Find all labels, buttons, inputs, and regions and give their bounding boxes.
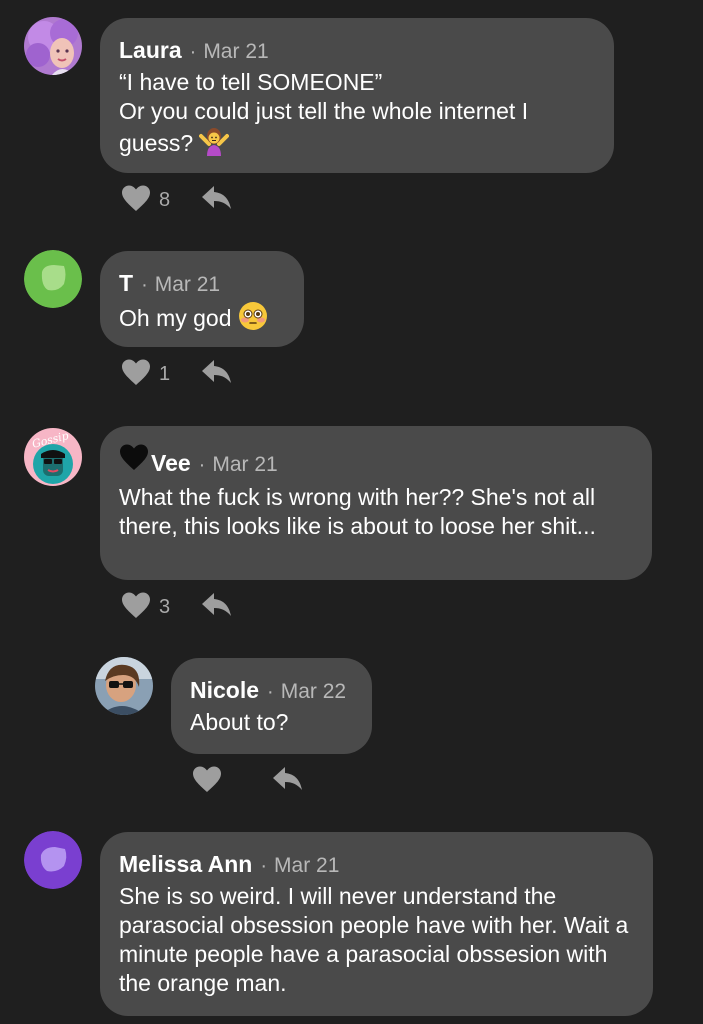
author-name[interactable]: Laura <box>119 35 182 65</box>
woman-shrugging-emoji <box>199 126 230 163</box>
comment-actions: 3 <box>121 590 233 624</box>
comment-date: Mar 21 <box>154 273 221 296</box>
avatar[interactable] <box>24 250 82 308</box>
avatar[interactable] <box>95 657 153 715</box>
comment-text-content: Oh my god <box>119 305 232 331</box>
comment-bubble: Laura · Mar 21 “I have to tell SOMEONE” … <box>100 18 614 173</box>
reply-arrow-icon <box>272 766 304 797</box>
comment-text: About to? <box>190 709 289 735</box>
like-button[interactable]: 8 <box>121 184 171 217</box>
comment-meta: T · Mar 21 <box>119 268 284 300</box>
comment-meta: Vee · Mar 21 <box>119 443 632 482</box>
meta-separator: · <box>141 274 148 296</box>
reply-button[interactable] <box>201 185 233 216</box>
comment-meta: Laura · Mar 21 <box>119 35 594 67</box>
heart-icon <box>121 591 151 624</box>
like-count: 8 <box>159 188 171 211</box>
comment-meta: Nicole · Mar 22 <box>190 675 352 707</box>
reply-button[interactable] <box>201 592 233 623</box>
comment-melissa-ann: Melissa Ann · Mar 21 She is so weird. I … <box>0 830 703 1024</box>
author-name[interactable]: Nicole <box>190 675 259 705</box>
comment-date: Mar 21 <box>212 453 278 476</box>
meta-separator: · <box>260 855 268 877</box>
reply-button[interactable] <box>272 766 304 797</box>
comment-text: She is so weird. I will never understand… <box>119 883 629 996</box>
like-button[interactable]: 1 <box>121 358 171 391</box>
like-count: 1 <box>159 362 171 385</box>
black-heart-icon <box>119 443 149 482</box>
comment-text: “I have to tell SOMEONE” Or you could ju… <box>119 68 594 163</box>
comment-text-content: “I have to tell SOMEONE” Or you could ju… <box>119 69 529 156</box>
like-count: 3 <box>159 595 171 618</box>
author-name[interactable]: T <box>119 268 133 298</box>
author-name[interactable]: Vee <box>151 448 191 478</box>
comment-text: What the fuck is wrong with her?? She's … <box>119 484 596 539</box>
comment-date: Mar 21 <box>203 40 269 63</box>
comment-t: T · Mar 21 Oh my god 1 <box>0 230 703 410</box>
comment-bubble: Melissa Ann · Mar 21 She is so weird. I … <box>100 832 653 1016</box>
comment-actions: 1 <box>121 357 233 391</box>
comment-meta: Melissa Ann · Mar 21 <box>119 849 633 881</box>
comment-date: Mar 22 <box>280 680 347 703</box>
meta-separator: · <box>198 454 206 476</box>
reply-button[interactable] <box>201 359 233 390</box>
heart-icon <box>121 358 151 391</box>
heart-icon <box>192 765 222 798</box>
flushed-face-emoji <box>238 301 268 338</box>
reply-arrow-icon <box>201 359 233 390</box>
comment-bubble: Vee · Mar 21 What the fuck is wrong with… <box>100 426 652 580</box>
comment-nicole-reply: Nicole · Mar 22 About to? <box>0 650 703 830</box>
comment-bubble: Nicole · Mar 22 About to? <box>171 658 372 754</box>
avatar[interactable] <box>24 831 82 889</box>
reply-arrow-icon <box>201 185 233 216</box>
comment-text: Oh my god <box>119 301 284 338</box>
avatar[interactable]: Gossip <box>24 428 82 486</box>
comment-laura: Laura · Mar 21 “I have to tell SOMEONE” … <box>0 0 703 230</box>
comment-thread: Laura · Mar 21 “I have to tell SOMEONE” … <box>0 0 703 1024</box>
meta-separator: · <box>189 41 197 63</box>
comment-vee: Gossip Vee · Mar 21 What the fuck is wro… <box>0 410 703 650</box>
meta-separator: · <box>267 681 274 703</box>
comment-actions <box>192 764 304 798</box>
reply-arrow-icon <box>201 592 233 623</box>
like-button[interactable]: 3 <box>121 591 171 624</box>
like-button[interactable] <box>192 765 242 798</box>
comment-bubble: T · Mar 21 Oh my god <box>100 251 304 347</box>
comment-date: Mar 21 <box>274 854 340 877</box>
comment-actions: 8 <box>121 183 233 217</box>
avatar[interactable] <box>24 17 82 75</box>
author-name[interactable]: Melissa Ann <box>119 849 252 879</box>
heart-icon <box>121 184 151 217</box>
